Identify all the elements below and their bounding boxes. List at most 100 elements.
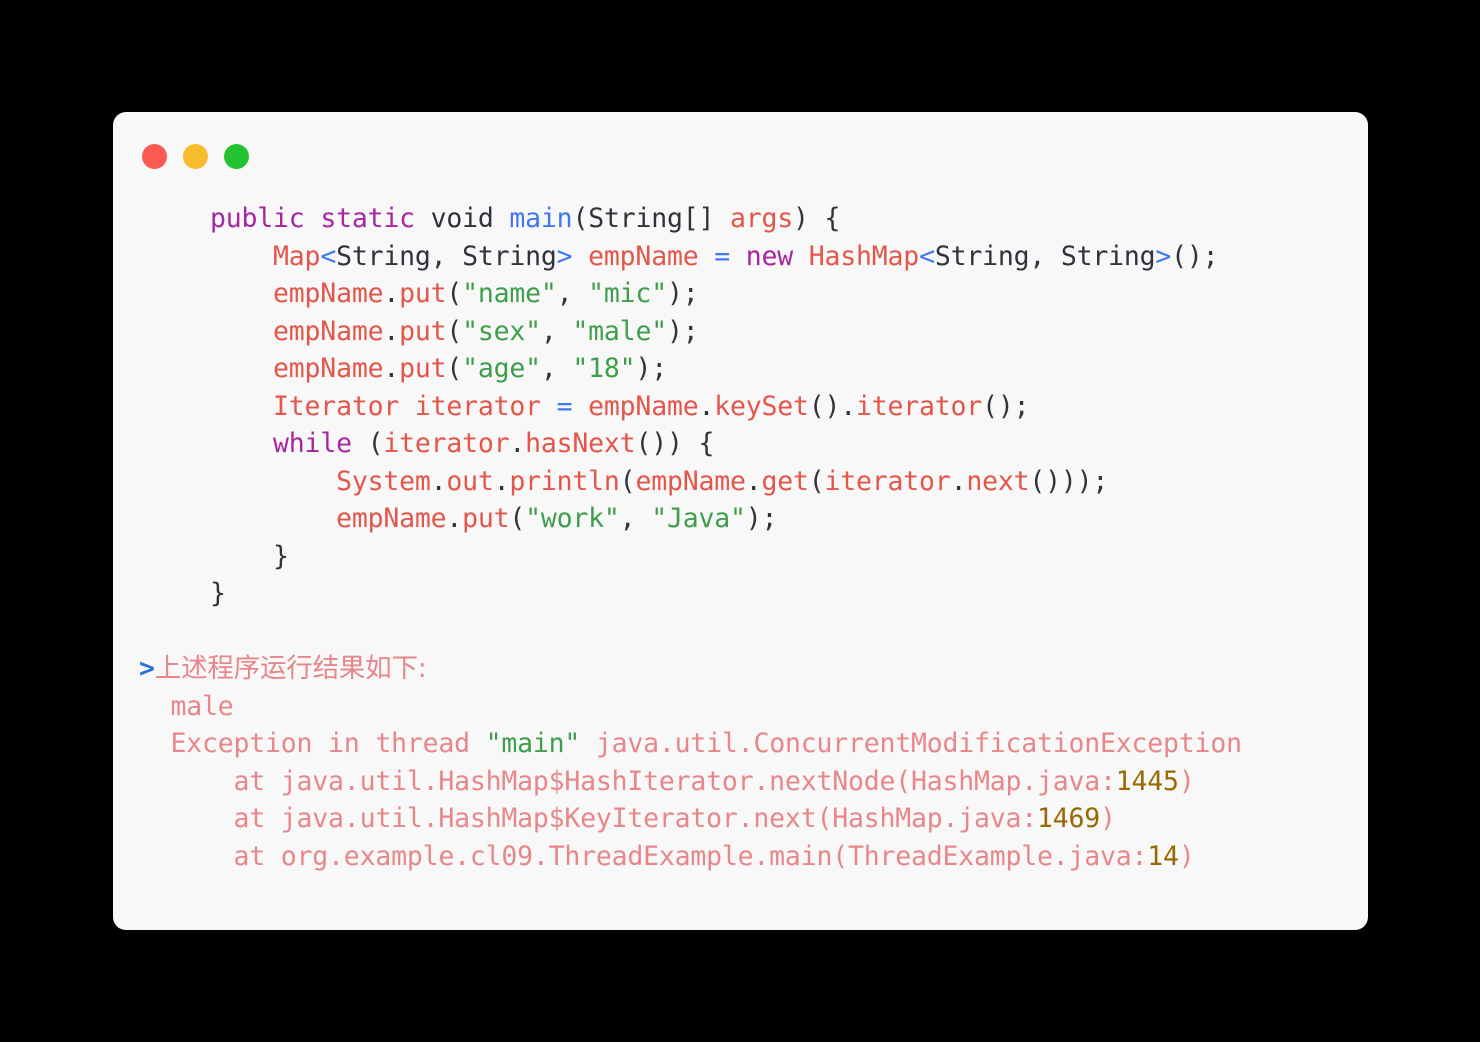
token-plain: (); [1171, 240, 1219, 272]
token-out: at org.example.cl09.ThreadExample.main(T… [233, 840, 1148, 872]
token-plain: (); [982, 390, 1030, 422]
token-var: hasNext [525, 428, 636, 459]
token-var: iterator [824, 465, 951, 497]
code-line: } [147, 575, 1368, 613]
token-plain: ) { [793, 203, 841, 234]
token-plain: ( [446, 353, 463, 384]
token-num: 1445 [1115, 765, 1179, 797]
token-out: Exception in thread [170, 728, 486, 759]
token-var: Iterator iterator [273, 390, 541, 422]
token-out: at java.util.HashMap$KeyIterator.next(Ha… [233, 803, 1038, 834]
token-plain: . [950, 465, 967, 497]
token-out: ) [1178, 765, 1195, 797]
token-plain: void [430, 203, 494, 234]
token-outstr: "main" [485, 728, 581, 759]
token-plain: ); [666, 315, 699, 347]
token-var: empName [588, 390, 699, 422]
token-kw: new [745, 240, 794, 272]
terminal-line: Exception in thread "main" java.util.Con… [139, 725, 1368, 763]
token-var: empName [273, 278, 384, 309]
token-plain: ); [635, 353, 667, 384]
terminal-line: at java.util.HashMap$KeyIterator.next(Ha… [139, 800, 1368, 838]
code-line: empName.put("work", "Java"); [147, 500, 1368, 538]
token-num: 1469 [1037, 803, 1101, 834]
token-str: "mic" [588, 278, 667, 309]
token-var: empName [588, 240, 699, 272]
terminal-prompt-line: >上述程序运行结果如下: [139, 650, 1368, 688]
token-plain: ()) { [635, 428, 715, 459]
token-plain: ( [509, 503, 526, 534]
token-str: "18" [572, 353, 636, 384]
token-var: put [399, 315, 447, 347]
token-var: put [399, 353, 447, 384]
token-plain: ); [745, 503, 778, 534]
code-line: public static void main(String[] args) { [147, 200, 1368, 238]
token-var: iterator [383, 428, 510, 459]
token-plain: ); [666, 278, 699, 309]
token-plain: . [430, 465, 447, 497]
token-plain: . [383, 353, 400, 384]
token-var: HashMap [808, 240, 920, 272]
token-plain: . [509, 428, 526, 459]
token-plain: , [619, 503, 652, 534]
close-button[interactable] [142, 143, 167, 169]
token-out: java.util.ConcurrentModificationExceptio… [580, 728, 1242, 759]
terminal-line: at org.example.cl09.ThreadExample.main(T… [139, 838, 1368, 876]
code-line: } [147, 538, 1368, 576]
code-block: public static void main(String[] args) {… [113, 200, 1368, 613]
code-line: empName.put("name", "mic"); [147, 275, 1368, 313]
maximize-button[interactable] [224, 143, 249, 169]
token-plain: ( [808, 465, 825, 497]
token-plain: ( [351, 428, 384, 459]
token-var: System [336, 465, 431, 497]
token-var: out [446, 465, 494, 497]
token-str: "work" [525, 503, 620, 534]
token-plain: . [446, 503, 463, 534]
code-window: public static void main(String[] args) {… [113, 112, 1368, 930]
window-titlebar [113, 112, 1368, 200]
token-str: "Java" [651, 503, 746, 534]
token-str: "male" [572, 315, 667, 347]
chevron-right-icon: > [139, 653, 155, 684]
token-out: male [170, 690, 234, 722]
token-plain: . [745, 465, 762, 497]
token-plain: [] [682, 203, 731, 234]
token-var: args [730, 203, 794, 234]
token-var: empName [336, 503, 447, 534]
token-var: put [462, 503, 510, 534]
token-plain: ( [572, 203, 589, 234]
token-var: put [399, 278, 447, 309]
token-fn: > [1155, 240, 1172, 272]
code-terminal-gap [113, 613, 1368, 651]
token-plain: ( [446, 278, 463, 309]
code-line: empName.put("age", "18"); [147, 350, 1368, 388]
token-fn: = [714, 240, 730, 272]
minimize-button[interactable] [183, 143, 208, 169]
token-plain: String, String [336, 240, 557, 272]
token-out: at java.util.HashMap$HashIterator.nextNo… [233, 765, 1116, 797]
code-line: System.out.println(empName.get(iterator.… [147, 463, 1368, 501]
code-line: Iterator iterator = empName.keySet().ite… [147, 388, 1368, 426]
token-kw: while [273, 428, 352, 459]
token-plain: ())); [1029, 465, 1109, 497]
token-plain: String [588, 203, 683, 234]
token-kw: public [210, 203, 305, 234]
code-line: Map<String, String> empName = new HashMa… [147, 238, 1368, 276]
token-fn: < [320, 240, 337, 272]
